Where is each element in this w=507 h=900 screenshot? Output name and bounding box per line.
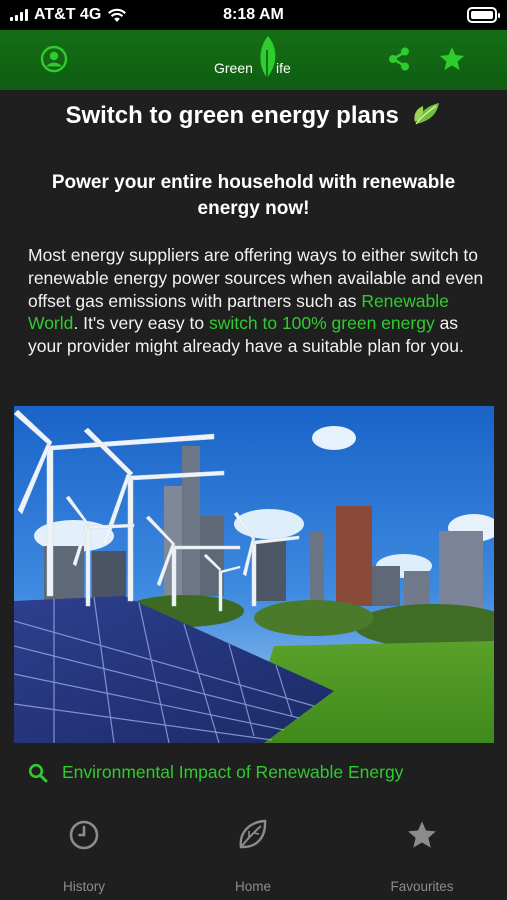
status-bar: AT&T 4G 8:18 AM: [0, 0, 507, 30]
nav-history-label: History: [62, 879, 105, 894]
nav-history[interactable]: History: [24, 815, 144, 894]
profile-button[interactable]: [38, 43, 70, 75]
leaves-icon: [412, 100, 442, 133]
body-text-2: . It's very easy to: [73, 313, 209, 334]
article-body: Most energy suppliers are offering ways …: [28, 244, 488, 358]
leaf-icon: [239, 819, 267, 849]
nav-favourites[interactable]: Favourites: [362, 815, 482, 894]
logo-leaf-icon: [260, 36, 276, 78]
page-title-text: Switch to green energy plans: [65, 101, 399, 129]
star-icon: [408, 821, 436, 848]
status-time: 8:18 AM: [223, 6, 284, 23]
logo-text-left: Green: [214, 60, 253, 76]
page-title: Switch to green energy plans: [0, 100, 507, 133]
battery-icon: [467, 7, 500, 23]
related-search-label: Environmental Impact of Renewable Energy: [62, 762, 404, 782]
bottom-nav: History Home Favourites: [0, 805, 507, 900]
green-energy-link[interactable]: switch to 100% green energy: [209, 313, 435, 333]
nav-home[interactable]: Home: [193, 815, 313, 894]
related-search-link[interactable]: Environmental Impact of Renewable Energy: [28, 762, 403, 783]
star-icon: [439, 47, 465, 71]
search-icon: [28, 763, 48, 782]
share-button[interactable]: [383, 43, 415, 75]
app-header: Green ife: [0, 30, 507, 90]
article-subtitle: Power your entire household with renewab…: [51, 172, 456, 219]
logo-text-right: ife: [276, 60, 291, 76]
share-icon: [389, 47, 409, 71]
nav-home-label: Home: [234, 879, 271, 894]
hero-image: [14, 406, 494, 743]
favourite-button[interactable]: [436, 43, 468, 75]
nav-favourites-label: Favourites: [390, 879, 454, 894]
clock-icon: [69, 820, 99, 850]
app-logo: Green ife: [212, 34, 296, 84]
user-circle-icon: [40, 45, 68, 73]
